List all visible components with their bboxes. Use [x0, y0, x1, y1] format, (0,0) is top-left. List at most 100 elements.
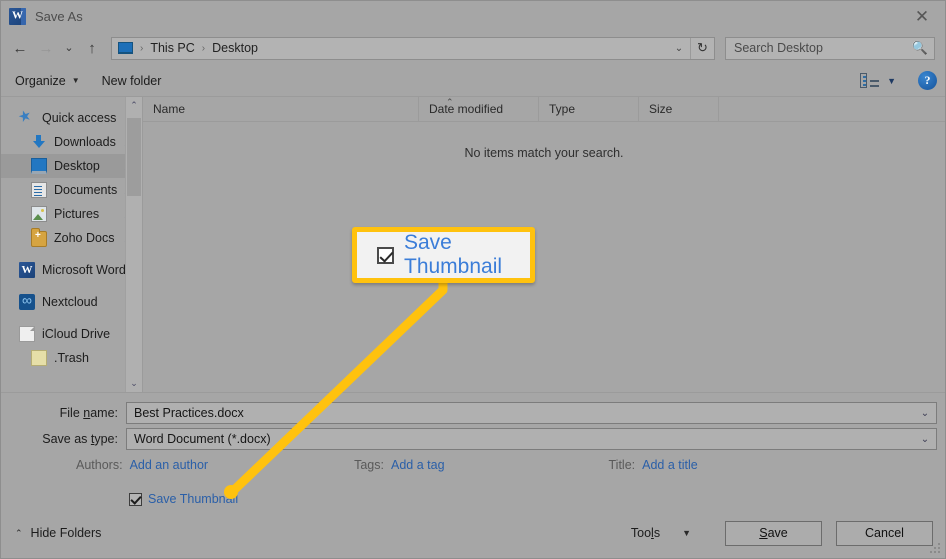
- save-as-type-label-tail: ype:: [94, 432, 118, 446]
- metadata-row: Authors: Add an author Tags: Add a tag T…: [1, 454, 945, 476]
- file-name-value: Best Practices.docx: [134, 406, 244, 420]
- page-icon: [19, 326, 35, 342]
- recent-locations-button[interactable]: ⌄: [59, 35, 79, 61]
- command-bar: Organize ▼ New folder ▼ ?: [1, 65, 945, 97]
- title-bar: Save As ✕: [1, 1, 945, 31]
- sidebar-item-nextcloud[interactable]: Nextcloud: [1, 290, 142, 314]
- sidebar-item-microsoft-word[interactable]: Microsoft Word: [1, 258, 142, 282]
- download-icon: [31, 134, 47, 150]
- column-header-filler: [719, 97, 945, 122]
- address-bar[interactable]: › This PC › Desktop ⌄ ↻: [111, 36, 715, 60]
- callout-checkbox-icon: [377, 246, 394, 264]
- organize-button[interactable]: Organize ▼: [15, 74, 80, 88]
- sidebar-item-quick-access[interactable]: Quick access: [1, 106, 142, 130]
- callout-label: Save Thumbnail: [404, 231, 503, 278]
- sidebar-item-trash[interactable]: .Trash: [1, 346, 142, 370]
- sidebar-item-label: Pictures: [54, 207, 100, 221]
- breadcrumb-this-pc[interactable]: This PC: [150, 41, 194, 55]
- sidebar-item-documents[interactable]: Documents: [1, 178, 142, 202]
- chevron-up-icon: ⌃: [15, 527, 23, 538]
- tools-label: Too: [630, 526, 652, 540]
- chevron-down-icon[interactable]: ⌄: [914, 429, 936, 449]
- file-name-label-text: File: [59, 406, 84, 420]
- sidebar-item-desktop[interactable]: Desktop: [1, 154, 142, 178]
- up-button[interactable]: ↑: [79, 35, 105, 61]
- column-header-size[interactable]: Size: [639, 96, 719, 122]
- scroll-up-icon[interactable]: ⌃: [126, 97, 142, 114]
- breadcrumb-separator: ›: [201, 42, 206, 54]
- trash-icon: [31, 350, 47, 366]
- add-title-link[interactable]: Add a title: [642, 458, 698, 472]
- file-name-row: File name: Best Practices.docx ⌄: [1, 402, 945, 424]
- sidebar-item-label: Nextcloud: [42, 295, 98, 309]
- column-header-type[interactable]: Type: [539, 96, 639, 122]
- search-input[interactable]: Search Desktop 🔍: [725, 36, 935, 60]
- sidebar-item-downloads[interactable]: Downloads: [1, 130, 142, 154]
- sidebar-item-label: Documents: [54, 183, 118, 197]
- annotation-callout: Save Thumbnail: [352, 227, 535, 283]
- save-accel: S: [759, 526, 768, 540]
- sidebar-item-label: .Trash: [54, 351, 89, 365]
- save-label-tail: ave: [767, 526, 788, 540]
- scroll-down-icon[interactable]: ⌄: [126, 375, 142, 392]
- help-icon[interactable]: ?: [918, 71, 937, 90]
- save-form: File name: Best Practices.docx ⌄ Save as…: [1, 392, 945, 558]
- search-icon: 🔍: [911, 40, 928, 55]
- column-headers: Name Date modified Type Size ⌃: [143, 96, 945, 122]
- chevron-down-icon[interactable]: ⌄: [914, 403, 936, 423]
- add-tag-link[interactable]: Add a tag: [391, 458, 445, 472]
- sidebar-item-label: Downloads: [54, 135, 116, 149]
- save-thumbnail-row[interactable]: Save Thumbnail: [1, 492, 945, 506]
- view-mode-icon[interactable]: [860, 73, 880, 88]
- document-icon: [31, 182, 47, 198]
- nextcloud-icon: [19, 292, 35, 310]
- chevron-down-icon[interactable]: ⌄: [668, 38, 690, 59]
- hide-folders-label: Hide Folders: [30, 526, 102, 540]
- save-thumbnail-label[interactable]: Save Thumbnail: [148, 492, 238, 506]
- tools-label-tail: s: [653, 526, 661, 540]
- save-as-type-select[interactable]: Word Document (*.docx) ⌄: [126, 428, 937, 450]
- monitor-icon: [31, 158, 47, 174]
- file-name-input[interactable]: Best Practices.docx ⌄: [126, 402, 937, 424]
- sidebar-item-pictures[interactable]: Pictures: [1, 202, 142, 226]
- chevron-down-icon: ▼: [682, 528, 691, 538]
- forward-button[interactable]: →: [33, 35, 59, 61]
- picture-icon: [31, 206, 47, 222]
- sidebar-scrollbar[interactable]: ⌃ ⌄: [125, 97, 142, 392]
- add-author-link[interactable]: Add an author: [130, 458, 209, 472]
- folder-icon: [31, 228, 47, 247]
- title-label: Title:: [608, 458, 636, 472]
- resize-grip[interactable]: [930, 543, 942, 555]
- hide-folders-button[interactable]: ⌃ Hide Folders: [15, 526, 101, 540]
- save-button[interactable]: Save: [725, 520, 822, 546]
- dialog-bottom-bar: ⌃ Hide Folders Too l s ▼ Save Cancel: [1, 508, 945, 558]
- save-as-type-label: Save as type:: [1, 432, 126, 446]
- cancel-button[interactable]: Cancel: [836, 520, 933, 546]
- search-placeholder: Search Desktop: [734, 41, 823, 55]
- column-header-name[interactable]: Name: [143, 96, 419, 122]
- sidebar-item-icloud-drive[interactable]: iCloud Drive: [1, 322, 142, 346]
- scrollbar-thumb[interactable]: [127, 118, 141, 196]
- back-button[interactable]: ←: [7, 35, 33, 61]
- sidebar-item-label: iCloud Drive: [42, 327, 111, 341]
- column-header-date-modified[interactable]: Date modified: [419, 96, 539, 122]
- close-icon[interactable]: ✕: [899, 1, 945, 31]
- sidebar-item-label: Desktop: [54, 159, 100, 173]
- chevron-down-icon[interactable]: ▼: [887, 76, 896, 86]
- refresh-icon[interactable]: ↻: [690, 37, 714, 59]
- tags-label: Tags:: [354, 458, 384, 472]
- new-folder-button[interactable]: New folder: [102, 74, 162, 88]
- save-thumbnail-checkbox[interactable]: [129, 492, 142, 506]
- sidebar-item-zoho-docs[interactable]: Zoho Docs: [1, 226, 142, 250]
- save-as-type-label-text: Save as: [42, 432, 91, 446]
- breadcrumb-separator: ›: [140, 42, 144, 54]
- file-list-pane: Name Date modified Type Size ⌃ No items …: [142, 96, 945, 392]
- tools-button[interactable]: Too l s ▼: [631, 526, 691, 540]
- star-icon: [19, 110, 35, 126]
- breadcrumb-desktop[interactable]: Desktop: [212, 41, 258, 55]
- window-title: Save As: [35, 8, 83, 24]
- navigation-pane: Quick access Downloads Desktop Documents…: [1, 97, 142, 392]
- word-icon: [9, 7, 26, 25]
- organize-label: Organize: [15, 73, 66, 88]
